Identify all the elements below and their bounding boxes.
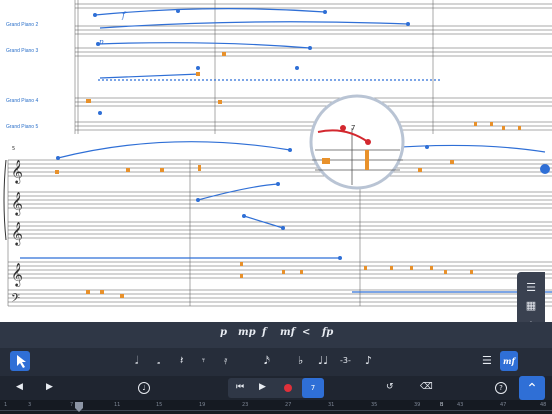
timeline-tick: 11 bbox=[114, 402, 121, 408]
dynamic-fp-button[interactable]: fp bbox=[322, 327, 333, 338]
timeline-tick: 3 bbox=[28, 402, 32, 408]
previous-icon[interactable]: ◀ bbox=[16, 382, 23, 392]
timeline-tick: 7 bbox=[70, 402, 74, 408]
instrument-label: Grand Piano 4 bbox=[6, 98, 39, 104]
instrument-label: Grand Piano 3 bbox=[6, 48, 39, 54]
svg-text:𝄞: 𝄞 bbox=[11, 159, 23, 184]
play-icon[interactable]: ▶ bbox=[259, 382, 266, 392]
instrument-label: Grand Piano 2 bbox=[6, 22, 39, 28]
timeline-track bbox=[0, 410, 552, 411]
sixteenth-rest-button[interactable]: 𝄿 bbox=[224, 354, 227, 368]
top-system-staves bbox=[74, 0, 552, 134]
collapse-toolbar-button[interactable]: ⌃ bbox=[519, 376, 545, 400]
timeline-tick: 47 bbox=[500, 402, 507, 408]
dynamic-mf-button[interactable]: mf bbox=[280, 327, 295, 338]
dynamic-f-button[interactable]: f bbox=[262, 327, 266, 338]
timeline-scrubber[interactable]: 1 3 7 11 15 19 23 27 31 35 39 B 43 47 48 bbox=[0, 400, 552, 414]
help-button[interactable]: ? bbox=[495, 382, 507, 394]
dot-button[interactable]: 𝅘𝅥𝅯 bbox=[264, 354, 270, 368]
transport-bar: ◀ ▶ ♩ ⏮ ▶ 7 ↺ ⌫ ? ⌃ bbox=[0, 376, 552, 400]
instrument-label: Grand Piano 5 bbox=[6, 124, 39, 130]
bottom-system-staves bbox=[7, 159, 552, 307]
list-icon[interactable]: ☰ bbox=[523, 280, 539, 296]
mf-toggle-button[interactable]: mf bbox=[500, 351, 518, 371]
select-tool-button[interactable] bbox=[10, 351, 30, 371]
system-number: 5 bbox=[12, 146, 16, 152]
next-icon[interactable]: ▶ bbox=[46, 382, 53, 392]
timeline-marker: B bbox=[440, 402, 444, 408]
undo-icon[interactable]: ↺ bbox=[386, 382, 394, 392]
tie-button[interactable]: ♩♩ bbox=[318, 354, 328, 367]
scroll-indicator[interactable] bbox=[540, 164, 550, 174]
menu-lines-icon[interactable]: ☰ bbox=[482, 354, 492, 367]
half-note-button[interactable]: 𝅗𝅥 bbox=[135, 354, 139, 368]
bottom-system-notes[interactable] bbox=[55, 160, 473, 298]
rewind-icon[interactable]: ⏮ bbox=[236, 382, 244, 392]
eighth-rest-button[interactable]: 𝄾 bbox=[202, 354, 205, 368]
tempo-button[interactable]: ♩ bbox=[138, 382, 150, 394]
record-button[interactable] bbox=[284, 384, 292, 392]
grid-layout-icon[interactable]: ▦ bbox=[523, 298, 539, 314]
timeline-tick: 15 bbox=[156, 402, 163, 408]
timeline-tick: 35 bbox=[371, 402, 378, 408]
dynamic-mark[interactable]: f bbox=[122, 11, 125, 20]
svg-text:𝄞: 𝄞 bbox=[11, 262, 23, 287]
svg-text:𝄢: 𝄢 bbox=[11, 292, 20, 308]
dynamic-mp-button[interactable]: mp bbox=[238, 327, 256, 338]
side-panel: ☰ ▦ ◭ ⇪ ⊞ bbox=[517, 272, 545, 322]
clefs: 𝄞 𝄞 𝄞 𝄞 𝄢 bbox=[11, 159, 23, 308]
eighth-note-button[interactable]: ♪ bbox=[365, 354, 372, 367]
flat-button[interactable]: ♭ bbox=[298, 354, 303, 367]
dynamic-mark[interactable]: p bbox=[99, 38, 103, 46]
note-toolbar: 𝅗𝅥 𝅗 𝄽 𝄾 𝄿 𝅘𝅥𝅯 ♭ ♩♩ -3- ♪ ☰ mf bbox=[0, 348, 552, 376]
score-canvas[interactable]: 𝄞 𝄞 𝄞 𝄞 𝄢 bbox=[0, 0, 552, 322]
timeline-tick: 19 bbox=[199, 402, 206, 408]
top-system-notes[interactable] bbox=[86, 52, 521, 130]
timeline-tick: 39 bbox=[414, 402, 421, 408]
delete-icon[interactable]: ⌫ bbox=[420, 382, 433, 392]
timeline-tick: 43 bbox=[457, 402, 464, 408]
score-view[interactable]: 𝄞 𝄞 𝄞 𝄞 𝄢 Grand Piano 2 Grand Piano 3 Gr… bbox=[0, 0, 552, 322]
loupe-number: 7 bbox=[351, 124, 356, 132]
timeline-tick: 23 bbox=[242, 402, 249, 408]
top-system-slurs[interactable] bbox=[94, 8, 440, 81]
whole-rest-button[interactable]: 𝅗 bbox=[157, 354, 160, 368]
zoom-loupe[interactable] bbox=[309, 94, 405, 190]
timeline-tick: 1 bbox=[4, 402, 8, 408]
cursor-arrow-icon bbox=[17, 355, 26, 368]
dynamics-palette: p mp f mf < fp bbox=[0, 322, 552, 348]
crescendo-button[interactable]: < bbox=[302, 327, 310, 338]
step-input-button[interactable]: 7 bbox=[302, 378, 324, 398]
dynamic-p-button[interactable]: p bbox=[220, 327, 227, 338]
timeline-tick: 48 bbox=[540, 402, 547, 408]
timeline-tick: 31 bbox=[328, 402, 335, 408]
svg-text:𝄞: 𝄞 bbox=[11, 221, 23, 246]
timeline-tick: 27 bbox=[285, 402, 292, 408]
svg-text:𝄞: 𝄞 bbox=[11, 191, 23, 216]
quarter-rest-button[interactable]: 𝄽 bbox=[180, 354, 183, 368]
triplet-button[interactable]: -3- bbox=[340, 356, 351, 365]
